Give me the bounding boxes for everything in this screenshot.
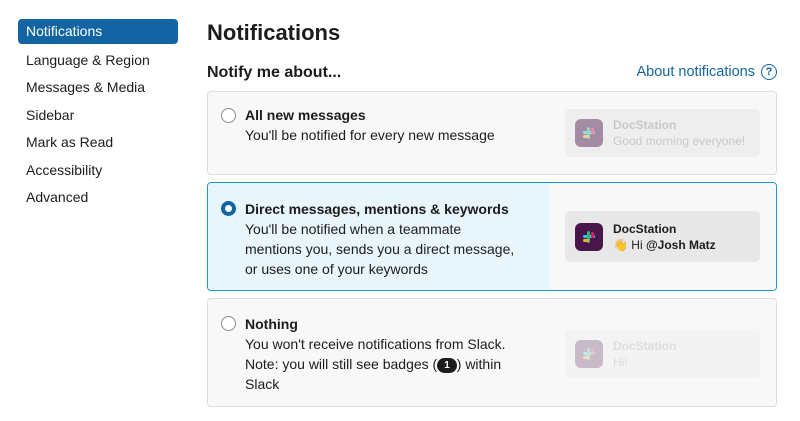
slack-logo-icon [575, 340, 603, 368]
option-title: All new messages [245, 107, 366, 123]
sidebar-item-sidebar[interactable]: Sidebar [18, 102, 178, 130]
option-content: Nothing You won't receive notifications … [208, 299, 550, 406]
option-title: Nothing [245, 316, 298, 332]
preview-message: Hi! [613, 355, 628, 369]
notification-preview-area: DocStation Hi! [550, 299, 776, 406]
radio-all-new-messages[interactable] [221, 108, 236, 123]
notification-preview-area: DocStation 👋 Hi @Josh Matz [550, 183, 776, 290]
option-content: Direct messages, mentions & keywords You… [208, 183, 550, 290]
option-description: You'll be notified for every new message [245, 127, 495, 143]
notification-preview: DocStation Hi! [565, 330, 760, 378]
badge-count: 1 [437, 358, 457, 373]
slack-logo-icon [575, 119, 603, 147]
option-nothing[interactable]: Nothing You won't receive notifications … [207, 298, 777, 407]
sidebar-item-notifications[interactable]: Notifications [18, 19, 178, 44]
settings-sidebar: Notifications Language & Region Messages… [18, 19, 178, 212]
question-circle-icon: ? [761, 64, 777, 80]
sidebar-item-mark-as-read[interactable]: Mark as Read [18, 129, 178, 157]
notification-preview: DocStation 👋 Hi @Josh Matz [565, 211, 760, 262]
about-notifications-link[interactable]: About notifications ? [636, 64, 777, 80]
option-direct-messages[interactable]: Direct messages, mentions & keywords You… [207, 182, 777, 291]
about-notifications-label: About notifications [636, 64, 756, 80]
radio-nothing[interactable] [221, 316, 236, 331]
preview-message: 👋 Hi @Josh Matz [613, 237, 716, 253]
preview-message: Good morning everyone! [613, 134, 746, 148]
radio-direct-messages[interactable] [221, 201, 236, 216]
section-heading: Notify me about... [207, 64, 342, 81]
sidebar-item-advanced[interactable]: Advanced [18, 184, 178, 212]
sidebar-item-messages-media[interactable]: Messages & Media [18, 74, 178, 102]
preview-app-name: DocStation [613, 118, 677, 132]
option-title: Direct messages, mentions & keywords [245, 201, 509, 217]
preview-app-name: DocStation [613, 339, 677, 353]
preview-text-prefix: Hi [631, 237, 646, 252]
notification-preview: DocStation Good morning everyone! [565, 109, 760, 157]
page-title: Notifications [207, 20, 341, 45]
preview-app-name: DocStation [613, 221, 677, 236]
wave-emoji: 👋 [613, 237, 628, 252]
preview-mention: @Josh Matz [645, 237, 716, 252]
option-description: You'll be notified when a teammate menti… [245, 221, 515, 277]
sidebar-item-language-region[interactable]: Language & Region [18, 47, 178, 75]
option-description: You won't receive notifications from Sla… [245, 334, 520, 394]
option-all-new-messages[interactable]: All new messages You'll be notified for … [207, 91, 777, 175]
slack-logo-icon [575, 222, 603, 251]
notification-preview-area: DocStation Good morning everyone! [550, 92, 776, 174]
option-content: All new messages You'll be notified for … [208, 92, 550, 174]
sidebar-item-accessibility[interactable]: Accessibility [18, 157, 178, 185]
